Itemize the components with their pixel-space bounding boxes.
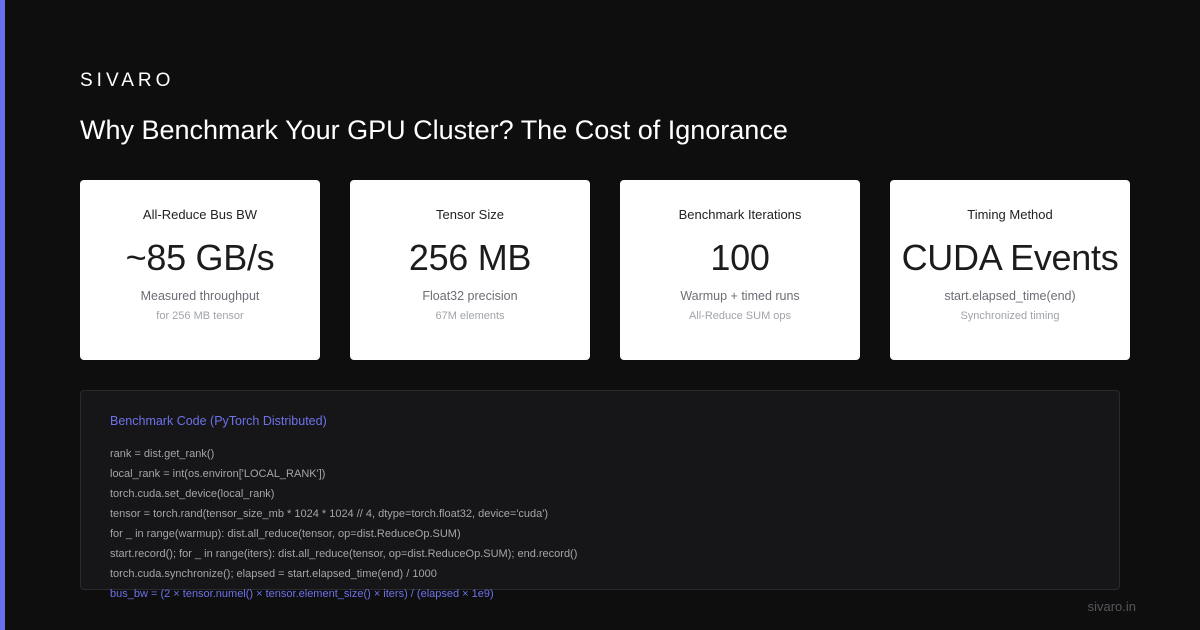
stat-card-bus-bw: All-Reduce Bus BW ~85 GB/s Measured thro… [80,180,320,360]
code-line: local_rank = int(os.environ['LOCAL_RANK'… [110,468,326,480]
stat-card-label: All-Reduce Bus BW [142,207,258,222]
stat-cards: All-Reduce Bus BW ~85 GB/s Measured thro… [80,180,1130,360]
stat-card-note: for 256 MB tensor [156,310,244,322]
stat-card-label: Benchmark Iterations [678,207,802,222]
stat-card-value: 100 [710,237,770,278]
code-line: torch.cuda.set_device(local_rank) [110,488,275,500]
code-block: rank = dist.get_rank() local_rank = int(… [110,444,577,604]
stat-card-value: CUDA Events [901,237,1119,278]
stat-card-note: 67M elements [435,310,505,322]
page-title: Why Benchmark Your GPU Cluster? The Cost… [80,115,788,145]
code-line: tensor = torch.rand(tensor_size_mb * 102… [110,508,549,520]
stat-card-label: Timing Method [967,207,1053,222]
code-panel: Benchmark Code (PyTorch Distributed) ran… [80,390,1120,600]
stat-card-subtitle: Float32 precision [422,289,518,303]
stat-card-value: 256 MB [408,237,532,278]
code-line-highlighted: bus_bw = (2 × tensor.numel() × tensor.el… [110,588,494,600]
code-panel-title: Benchmark Code (PyTorch Distributed) [110,414,327,428]
code-line: rank = dist.get_rank() [110,448,215,460]
code-line: torch.cuda.synchronize(); elapsed = star… [110,568,437,580]
stat-card-iterations: Benchmark Iterations 100 Warmup + timed … [620,180,860,360]
stat-card-label: Tensor Size [436,207,504,222]
footer-url: sivaro.in [1087,599,1136,614]
stat-card-note: All-Reduce SUM ops [688,310,792,322]
stat-card-subtitle: start.elapsed_time(end) [944,289,1076,303]
stat-card-subtitle: Measured throughput [140,289,260,303]
stat-card-timing-method: Timing Method CUDA Events start.elapsed_… [890,180,1130,360]
brand-logo: SIVARO [80,70,175,91]
code-line: for _ in range(warmup): dist.all_reduce(… [110,528,461,540]
stat-card-value: ~85 GB/s [125,237,275,278]
code-line: start.record(); for _ in range(iters): d… [110,548,578,560]
stat-card-tensor-size: Tensor Size 256 MB Float32 precision 67M… [350,180,590,360]
stat-card-subtitle: Warmup + timed runs [680,289,800,303]
accent-bar [0,0,5,630]
stat-card-note: Synchronized timing [960,310,1060,322]
